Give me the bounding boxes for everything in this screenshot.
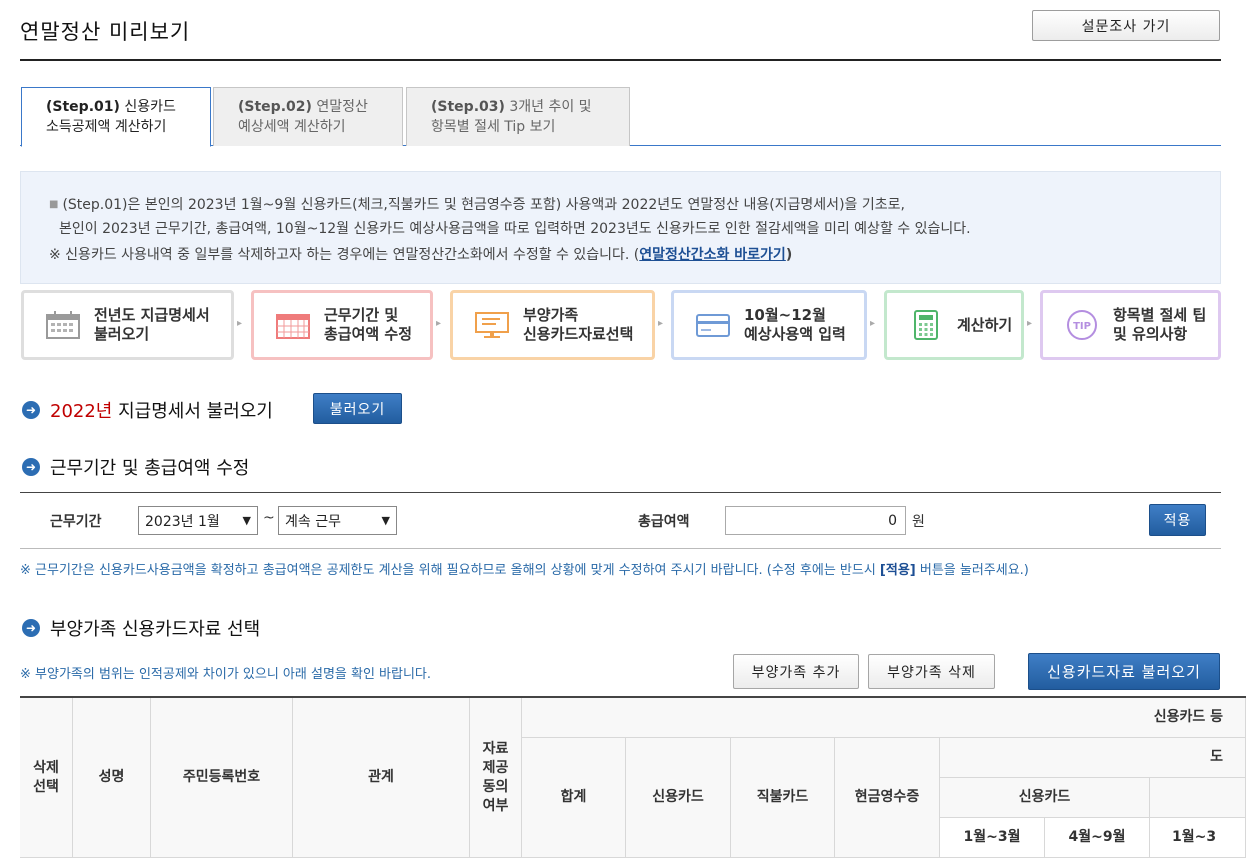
total-salary-label: 총급여액 [638, 514, 690, 530]
total-salary-input[interactable]: 0 [725, 506, 906, 535]
tab-line2: 소득공제액 계산하기 [46, 119, 167, 135]
section-title: 부양가족 신용카드자료 선택 [50, 619, 261, 640]
title-divider [20, 59, 1221, 61]
delete-dependent-button[interactable]: 부양가족 삭제 [868, 654, 995, 689]
bullet-icon: ■ [49, 199, 59, 210]
step-select-dependents: 부양가족 신용카드자료선택 [450, 290, 655, 360]
section-title: 지급명세서 불러오기 [118, 401, 273, 422]
tab-step-03[interactable]: (Step.03) 3개년 추이 및 항목별 절세 Tip 보기 [406, 87, 630, 146]
simplified-service-link[interactable]: 연말정산간소화 바로가기 [639, 247, 786, 263]
tip-icon: TIP [1063, 309, 1101, 341]
section-dependents: ➜ 부양가족 신용카드자료 선택 [22, 615, 260, 641]
tab-step-01[interactable]: (Step.01) 신용카드 소득공제액 계산하기 [21, 87, 211, 147]
tab-step-label: (Step.02) [238, 99, 312, 115]
chevron-down-icon: ▼ [381, 514, 390, 527]
credit-card-icon [694, 309, 732, 341]
arrow-circle-icon: ➜ [22, 458, 40, 476]
section-year: 2022년 [50, 401, 113, 422]
step-text: 근무기간 및 총급여액 수정 [324, 306, 413, 343]
section-load-statement: ➜ 2022년 지급명세서 불러오기 [22, 397, 273, 423]
col-cash: 현금영수증 [835, 738, 940, 858]
page-title: 연말정산 미리보기 [20, 20, 191, 44]
step-text: 10월~12월 예상사용액 입력 [744, 306, 846, 343]
col-consent: 자료 제공 동의 여부 [470, 698, 522, 858]
arrow-circle-icon: ➜ [22, 401, 40, 419]
info-line1: ■ (Step.01)은 본인의 2023년 1월~9월 신용카드(체크,직불카드… [49, 197, 905, 213]
col-jan-mar: 1월~3월 [940, 818, 1045, 858]
step-text: 항목별 절세 팁및 유의사항 [1113, 306, 1207, 343]
step-arrow-icon: ▸ [1027, 318, 1033, 329]
tab-line1: 연말정산 [316, 99, 368, 115]
calendar-grid-icon [274, 309, 312, 341]
tab-line2: 항목별 절세 Tip 보기 [431, 119, 556, 135]
col-relation: 관계 [293, 698, 470, 858]
load-card-data-button[interactable]: 신용카드자료 불러오기 [1028, 653, 1220, 690]
load-statement-button[interactable]: 불러오기 [313, 393, 402, 424]
step-arrow-icon: ▸ [658, 318, 664, 329]
tilde-separator: ~ [263, 510, 275, 526]
step-arrow-icon: ▸ [436, 318, 442, 329]
step-text: 전년도 지급명세서 불러오기 [94, 306, 210, 343]
svg-text:TIP: TIP [1073, 321, 1091, 332]
step-tax-tips: TIP 항목별 절세 팁및 유의사항 [1040, 290, 1221, 360]
arrow-circle-icon: ➜ [22, 619, 40, 637]
col-debit: 직불카드 [731, 738, 835, 858]
section-title: 근무기간 및 총급여액 수정 [50, 458, 250, 479]
calendar-icon [44, 309, 82, 341]
col-name: 성명 [73, 698, 151, 858]
dependents-note: ※ 부양가족의 범위는 인적공제와 차이가 있으니 아래 설명을 확인 바랍니다… [20, 667, 432, 682]
section-work-period: ➜ 근무기간 및 총급여액 수정 [22, 454, 249, 480]
step-calculate: 계산하기 [884, 290, 1024, 360]
survey-button[interactable]: 설문조사 가기 [1032, 10, 1220, 41]
tab-step-label: (Step.01) [46, 99, 120, 115]
apply-button[interactable]: 적용 [1149, 504, 1206, 536]
add-dependent-button[interactable]: 부양가족 추가 [733, 654, 859, 689]
step-load-statement: 전년도 지급명세서 불러오기 [21, 290, 234, 360]
step-expected-usage: 10월~12월 예상사용액 입력 [671, 290, 867, 360]
tab-step-02[interactable]: (Step.02) 연말정산 예상세액 계산하기 [213, 87, 403, 146]
step-text: 계산하기 [957, 315, 1013, 334]
tab-line2: 예상세액 계산하기 [238, 119, 346, 135]
dependents-card-table: 삭제 선택 성명 주민등록번호 관계 자료 제공 동의 여부 신용카드 등 합계… [20, 696, 1246, 866]
info-note: ※ 신용카드 사용내역 중 일부를 삭제하고자 하는 경우에는 연말정산간소화에… [49, 247, 793, 263]
monitor-icon [473, 309, 511, 341]
step-arrow-icon: ▸ [237, 318, 243, 329]
col-empty [1150, 778, 1246, 818]
calculator-icon [907, 309, 945, 341]
tab-line1: 3개년 추이 및 [509, 99, 592, 115]
work-period-label: 근무기간 [50, 514, 102, 530]
col-rrn: 주민등록번호 [151, 698, 293, 858]
period-end-select[interactable]: 계속 근무 ▼ [278, 506, 397, 535]
info-line2: 본인이 2023년 근무기간, 총급여액, 10월~12월 신용카드 예상사용금… [59, 221, 971, 237]
won-unit: 원 [912, 514, 925, 530]
period-start-select[interactable]: 2023년 1월 ▼ [138, 506, 258, 535]
col-group-sub: 도 [940, 738, 1246, 778]
chevron-down-icon: ▼ [242, 514, 251, 527]
step-edit-period: 근무기간 및 총급여액 수정 [251, 290, 433, 360]
step-text: 부양가족 신용카드자료선택 [523, 306, 634, 343]
col-group-card: 신용카드 등 [522, 698, 1246, 738]
work-period-note: ※ 근무기간은 신용카드사용금액을 확정하고 총급여액은 공제한도 계산을 위해… [20, 563, 1029, 578]
col-jan-mar-2: 1월~3 [1150, 818, 1246, 858]
col-total: 합계 [522, 738, 626, 858]
tab-line1: 신용카드 [124, 99, 176, 115]
col-delete-select: 삭제 선택 [20, 698, 73, 858]
col-credit-sub: 신용카드 [940, 778, 1150, 818]
col-credit: 신용카드 [626, 738, 731, 858]
col-apr-sep: 4월~9월 [1045, 818, 1150, 858]
info-box: ■ (Step.01)은 본인의 2023년 1월~9월 신용카드(체크,직불카드… [20, 171, 1221, 284]
tab-step-label: (Step.03) [431, 99, 505, 115]
step-arrow-icon: ▸ [870, 318, 876, 329]
